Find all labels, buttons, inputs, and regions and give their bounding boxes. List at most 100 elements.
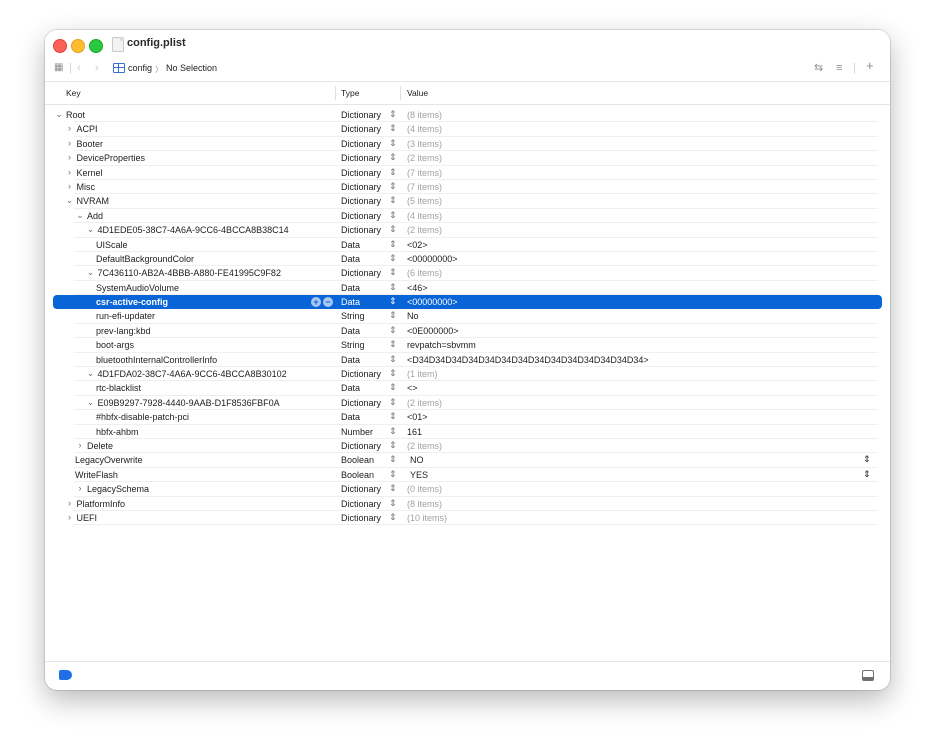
outline-row[interactable]: ⌄ 7C436110-AB2A-4BBB-A880-FE41995C9F82 Dic… bbox=[45, 266, 890, 281]
breadcrumb-current[interactable]: No Selection bbox=[166, 63, 217, 73]
row-value[interactable]: <D34D34D34D34D34D34D34D34D34D34D34D34D34… bbox=[407, 355, 649, 365]
type-stepper-icon[interactable]: ⇕ bbox=[389, 267, 397, 278]
row-value[interactable]: 161 bbox=[407, 427, 422, 437]
row-key[interactable]: WriteFlash bbox=[75, 470, 118, 480]
close-window-button[interactable] bbox=[53, 39, 67, 53]
row-key[interactable]: LegacySchema bbox=[87, 484, 149, 494]
row-key[interactable]: E09B9297-7928-4440-9AAB-D1F8536FBF0A bbox=[98, 398, 280, 408]
row-type[interactable]: Dictionary bbox=[341, 441, 381, 451]
row-value[interactable]: (2 items) bbox=[407, 153, 442, 163]
row-type[interactable]: Dictionary bbox=[341, 484, 381, 494]
disclosure-expanded-icon[interactable]: ⌄ bbox=[87, 368, 95, 379]
outline-row[interactable]: › LegacySchema Dictionary ⇕ (0 items) bbox=[45, 482, 890, 497]
row-type[interactable]: Data bbox=[341, 326, 360, 336]
type-stepper-icon[interactable]: ⇕ bbox=[389, 296, 397, 307]
row-key[interactable]: 4D1EDE05-38C7-4A6A-9CC6-4BCCA8B38C14 bbox=[98, 225, 289, 235]
row-value[interactable]: <01> bbox=[407, 412, 428, 422]
row-key[interactable]: Root bbox=[66, 110, 85, 120]
type-stepper-icon[interactable]: ⇕ bbox=[389, 224, 397, 235]
row-value[interactable]: NO bbox=[410, 455, 424, 465]
row-key[interactable]: bluetoothInternalControllerInfo bbox=[96, 355, 217, 365]
row-type[interactable]: Dictionary bbox=[341, 499, 381, 509]
row-value[interactable]: <00000000> bbox=[407, 254, 458, 264]
type-stepper-icon[interactable]: ⇕ bbox=[389, 469, 397, 480]
outline-row[interactable]: bluetoothInternalControllerInfo Data ⇕ <D34… bbox=[45, 353, 890, 368]
outline-row[interactable]: UIScale Data ⇕ <02> bbox=[45, 238, 890, 252]
outline-row[interactable]: run-efi-updater String ⇕ No bbox=[45, 309, 890, 324]
disclosure-expanded-icon[interactable]: ⌄ bbox=[55, 109, 63, 120]
text-lines-icon[interactable]: ≡ bbox=[836, 61, 842, 75]
swap-arrows-icon[interactable]: ⇆ bbox=[814, 61, 823, 75]
disclosure-collapsed-icon[interactable]: › bbox=[66, 167, 74, 177]
row-value[interactable]: No bbox=[407, 311, 419, 321]
disclosure-expanded-icon[interactable]: ⌄ bbox=[87, 267, 95, 278]
type-stepper-icon[interactable]: ⇕ bbox=[389, 310, 397, 321]
outline-row[interactable]: ⌄ Root Dictionary ⇕ (8 items) bbox=[45, 108, 890, 123]
row-type[interactable]: Data bbox=[341, 412, 360, 422]
outline-row[interactable]: csr-active-config + − Data ⇕ <00000000> bbox=[45, 295, 890, 310]
outline-row[interactable]: rtc-blacklist Data ⇕ <> bbox=[45, 381, 890, 396]
row-key[interactable]: DefaultBackgroundColor bbox=[96, 254, 194, 264]
row-type[interactable]: Dictionary bbox=[341, 110, 381, 120]
row-key[interactable]: UEFI bbox=[77, 513, 98, 523]
outline-row[interactable]: prev-lang:kbd Data ⇕ <0E000000> bbox=[45, 324, 890, 339]
type-stepper-icon[interactable]: ⇕ bbox=[389, 426, 397, 437]
row-value[interactable]: (1 item) bbox=[407, 369, 438, 379]
disclosure-collapsed-icon[interactable]: › bbox=[66, 138, 74, 148]
row-type[interactable]: Dictionary bbox=[341, 398, 381, 408]
outline-row[interactable]: LegacyOverwrite Boolean ⇕ NO ⇕ bbox=[45, 453, 890, 468]
zoom-window-button[interactable] bbox=[89, 39, 103, 53]
disclosure-collapsed-icon[interactable]: › bbox=[66, 512, 74, 522]
row-type[interactable]: Dictionary bbox=[341, 369, 381, 379]
row-key[interactable]: NVRAM bbox=[77, 196, 110, 206]
type-stepper-icon[interactable]: ⇕ bbox=[389, 440, 397, 451]
type-stepper-icon[interactable]: ⇕ bbox=[389, 339, 397, 350]
row-value[interactable]: (8 items) bbox=[407, 499, 442, 509]
row-value[interactable]: (5 items) bbox=[407, 196, 442, 206]
outline-row[interactable]: boot-args String ⇕ revpatch=sbvmm bbox=[45, 338, 890, 353]
plus-icon[interactable]: + bbox=[866, 59, 874, 73]
row-type[interactable]: Data bbox=[341, 254, 360, 264]
row-type[interactable]: Data bbox=[341, 297, 360, 307]
type-stepper-icon[interactable]: ⇕ bbox=[389, 512, 397, 523]
type-stepper-icon[interactable]: ⇕ bbox=[389, 138, 397, 149]
row-key[interactable]: UIScale bbox=[96, 240, 128, 250]
row-key[interactable]: Kernel bbox=[77, 168, 103, 178]
column-value[interactable]: Value bbox=[407, 88, 428, 98]
outline-row[interactable]: SystemAudioVolume Data ⇕ <46> bbox=[45, 281, 890, 296]
row-key[interactable]: #hbfx-disable-patch-pci bbox=[96, 412, 189, 422]
type-stepper-icon[interactable]: ⇕ bbox=[389, 483, 397, 494]
row-value[interactable]: <02> bbox=[407, 240, 428, 250]
outline-row[interactable]: › UEFI Dictionary ⇕ (10 items) bbox=[45, 511, 890, 526]
disclosure-expanded-icon[interactable]: ⌄ bbox=[66, 195, 74, 206]
type-stepper-icon[interactable]: ⇕ bbox=[389, 382, 397, 393]
row-type[interactable]: Data bbox=[341, 240, 360, 250]
type-stepper-icon[interactable]: ⇕ bbox=[389, 210, 397, 221]
row-type[interactable]: Dictionary bbox=[341, 182, 381, 192]
disclosure-expanded-icon[interactable]: ⌄ bbox=[76, 210, 84, 221]
row-key[interactable]: hbfx-ahbm bbox=[96, 427, 139, 437]
row-value[interactable]: <46> bbox=[407, 283, 428, 293]
row-value[interactable]: (0 items) bbox=[407, 484, 442, 494]
row-value[interactable]: (10 items) bbox=[407, 513, 447, 523]
bottom-panel-icon[interactable] bbox=[862, 670, 874, 681]
chevron-right-icon[interactable]: › bbox=[95, 61, 99, 75]
type-stepper-icon[interactable]: ⇕ bbox=[389, 282, 397, 293]
outline-row[interactable]: #hbfx-disable-patch-pci Data ⇕ <01> bbox=[45, 410, 890, 425]
row-key[interactable]: csr-active-config bbox=[96, 297, 168, 307]
outline-row[interactable]: ⌄ Add Dictionary ⇕ (4 items) bbox=[45, 209, 890, 224]
type-stepper-icon[interactable]: ⇕ bbox=[389, 454, 397, 465]
type-stepper-icon[interactable]: ⇕ bbox=[389, 195, 397, 206]
outline-row[interactable]: › ACPI Dictionary ⇕ (4 items) bbox=[45, 122, 890, 137]
row-type[interactable]: String bbox=[341, 311, 365, 321]
row-key[interactable]: LegacyOverwrite bbox=[75, 455, 143, 465]
row-type[interactable]: Dictionary bbox=[341, 268, 381, 278]
row-key[interactable]: Booter bbox=[77, 139, 104, 149]
value-dropdown-icon[interactable]: ⇕ bbox=[863, 454, 871, 465]
outline-row[interactable]: › Kernel Dictionary ⇕ (7 items) bbox=[45, 166, 890, 180]
disclosure-collapsed-icon[interactable]: › bbox=[66, 152, 74, 162]
type-stepper-icon[interactable]: ⇕ bbox=[389, 152, 397, 163]
column-divider[interactable] bbox=[400, 86, 401, 100]
type-stepper-icon[interactable]: ⇕ bbox=[389, 411, 397, 422]
type-stepper-icon[interactable]: ⇕ bbox=[389, 397, 397, 408]
